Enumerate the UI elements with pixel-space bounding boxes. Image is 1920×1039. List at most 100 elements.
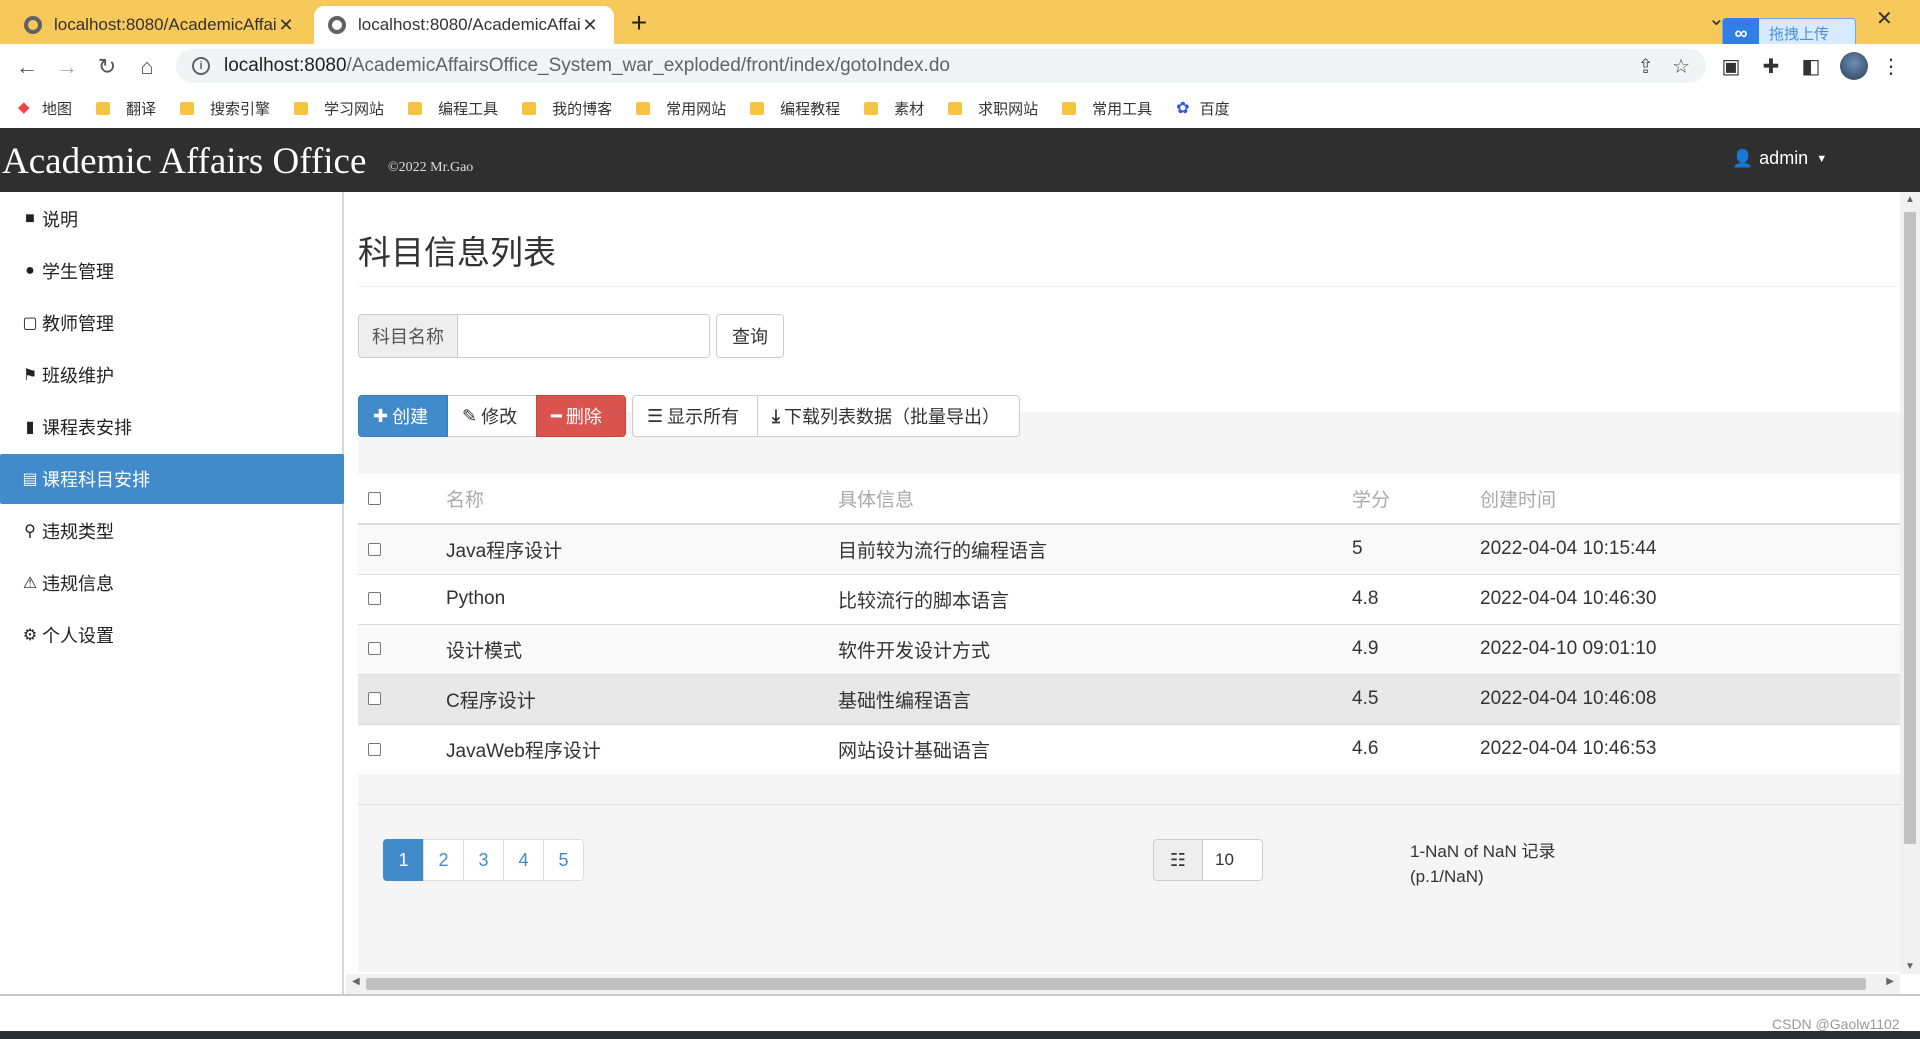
column-header-info[interactable]: 具体信息 [838,474,1352,525]
sidebar-item-violation-types[interactable]: ⚲ 违规类型 [0,506,344,556]
column-header-credit[interactable]: 学分 [1352,474,1480,525]
scroll-right-icon[interactable]: ▶ [1886,976,1894,987]
reload-icon[interactable]: ↻ [92,52,122,82]
profile-avatar[interactable] [1840,52,1868,80]
show-all-button[interactable]: ☰ 显示所有 [632,395,758,437]
warning-icon: ⚠ [22,575,38,592]
delete-button[interactable]: ━ 删除 [536,395,626,437]
sidebar-item-readme[interactable]: ■ 说明 [0,194,344,244]
main-content: 科目信息列表 科目名称 查询 ✚ 创建 ✎ 修改 ━ 删除 ☰ 显示所有 ⤓ 下载列表数据… [346,192,1900,974]
list-icon[interactable]: ☷ [1153,839,1203,881]
sidepanel-icon[interactable]: ◧ [1798,54,1824,80]
bookmark-map[interactable]: ◆ 地图 [18,98,72,119]
cell-created: 2022-04-04 10:15:44 [1480,523,1900,574]
back-icon[interactable]: ← [12,52,42,82]
table-row[interactable]: JavaWeb程序设计 网站设计基础语言 4.6 2022-04-04 10:4… [358,723,1900,774]
edit-button[interactable]: ✎ 修改 [448,395,536,437]
scroll-left-icon[interactable]: ◀ [352,976,360,987]
record-info: 1-NaN of NaN 记录 (p.1/NaN) [1410,839,1555,889]
scroll-up-icon[interactable]: ▲ [1900,194,1920,205]
select-all-checkbox[interactable] [368,491,381,505]
table-row[interactable]: Python 比较流行的脚本语言 4.8 2022-04-04 10:46:30 [358,573,1900,624]
scroll-thumb[interactable] [366,978,1866,990]
bookmarks-bar: ◆ 地图 翻译 搜索引擎 学习网站 编程工具 我的博客 常用网站 编程教程 素材 … [0,88,1920,128]
page-button[interactable]: 2 [423,839,464,881]
bookmark-folder[interactable]: 素材 [864,98,924,119]
search-button[interactable]: 查询 [716,314,784,358]
scroll-thumb[interactable] [1904,212,1916,844]
close-icon[interactable]: ✕ [580,15,600,36]
page-button[interactable]: 1 [383,839,424,881]
bookmark-folder[interactable]: 翻译 [96,98,156,119]
list-icon: ▤ [22,471,38,488]
row-checkbox[interactable] [368,592,381,606]
address-bar[interactable]: i localhost:8080/AcademicAffairsOffice_S… [176,49,1706,83]
window-close-icon[interactable]: ✕ [1876,6,1893,31]
bookmark-folder[interactable]: 常用工具 [1062,98,1152,119]
subject-name-input[interactable] [458,314,710,358]
search-icon: ⚲ [24,523,36,540]
upload-label: 拖拽上传 [1769,25,1830,43]
column-header-created[interactable]: 创建时间 [1480,474,1900,525]
user-menu[interactable]: 👤 admin ▼ [1732,148,1827,169]
menu-kebab-icon[interactable]: ⋮ [1878,54,1904,80]
table-row[interactable]: Java程序设计 目前较为流行的编程语言 5 2022-04-04 10:15:… [358,523,1900,574]
row-checkbox[interactable] [368,542,381,556]
horizontal-scrollbar[interactable]: ◀ ▶ [346,974,1900,994]
new-tab-button[interactable]: + [624,7,654,39]
row-checkbox[interactable] [368,692,381,706]
page-button[interactable]: 3 [463,839,504,881]
close-icon[interactable]: ✕ [276,15,296,36]
cell-name: Java程序设计 [446,523,838,574]
create-button[interactable]: ✚ 创建 [358,395,448,437]
cell-created: 2022-04-04 10:46:30 [1480,573,1900,624]
bookmark-folder[interactable]: 学习网站 [294,98,384,119]
browser-tab-active[interactable]: localhost:8080/AcademicAffairs ✕ [314,6,614,44]
bookmark-folder[interactable]: 编程教程 [750,98,840,119]
page-size-input[interactable]: 10 [1203,839,1263,881]
folder-icon [522,101,537,115]
bookmark-folder[interactable]: 求职网站 [948,98,1038,119]
row-checkbox[interactable] [368,742,381,756]
bookmark-folder[interactable]: 搜索引擎 [180,98,270,119]
table-row[interactable]: C程序设计 基础性编程语言 4.5 2022-04-04 10:46:08 [358,673,1900,724]
vertical-scrollbar[interactable]: ▲ ▼ [1900,192,1920,974]
sidebar-item-students[interactable]: ● 学生管理 [0,246,344,296]
cell-credit: 4.9 [1352,623,1480,674]
sidebar-item-classes[interactable]: ⚑ 班级维护 [0,350,344,400]
row-checkbox[interactable] [368,642,381,656]
table-row[interactable]: 设计模式 软件开发设计方式 4.9 2022-04-10 09:01:10 [358,623,1900,674]
tab-title: localhost:8080/AcademicAffairs [358,15,580,34]
bookmark-folder[interactable]: 编程工具 [408,98,498,119]
sidebar-item-teachers[interactable]: ▢ 教师管理 [0,298,344,348]
page-button[interactable]: 4 [503,839,544,881]
url-text[interactable]: localhost:8080/AcademicAffairsOffice_Sys… [224,55,1619,77]
divider [358,286,1898,287]
puzzle-icon[interactable]: ✚ [1758,54,1784,80]
extension-icon[interactable]: ▣ [1718,54,1744,80]
brand-title[interactable]: Academic Affairs Office [2,140,366,183]
cell-info: 目前较为流行的编程语言 [838,523,1352,574]
sidebar-item-timetable[interactable]: ▮ 课程表安排 [0,402,344,452]
pagination: 1 2 3 4 5 [383,839,584,881]
home-icon[interactable]: ⌂ [132,52,162,82]
cell-info: 软件开发设计方式 [838,623,1352,674]
bookmark-folder[interactable]: 常用网站 [636,98,726,119]
bookmark-baidu[interactable]: ✿ 百度 [1176,98,1229,119]
status-area [0,994,1920,1025]
site-info-icon[interactable]: i [192,57,210,75]
bookmark-folder[interactable]: 我的博客 [522,98,612,119]
browser-tab[interactable]: localhost:8080/AcademicAffairs ✕ [10,6,310,44]
scroll-down-icon[interactable]: ▼ [1900,961,1920,972]
forward-icon[interactable]: → [52,52,82,82]
column-header-name[interactable]: 名称 [446,474,838,525]
page-button[interactable]: 5 [543,839,584,881]
sidebar-item-settings[interactable]: ⚙ 个人设置 [0,610,344,660]
sidebar-item-subjects[interactable]: ▤ 课程科目安排 [0,454,344,504]
star-icon[interactable]: ☆ [1672,54,1690,79]
sidebar-item-violations[interactable]: ⚠ 违规信息 [0,558,344,608]
share-icon[interactable]: ⇪ [1637,54,1654,79]
sidebar-nav: ■ 说明 ● 学生管理 ▢ 教师管理 ⚑ 班级维护 ▮ 课程表安排 ▤ 课程科目安排 ⚲ 违规… [0,192,344,994]
minus-icon: ━ [551,405,562,426]
export-button[interactable]: ⤓ 下载列表数据（批量导出） [758,395,1020,437]
